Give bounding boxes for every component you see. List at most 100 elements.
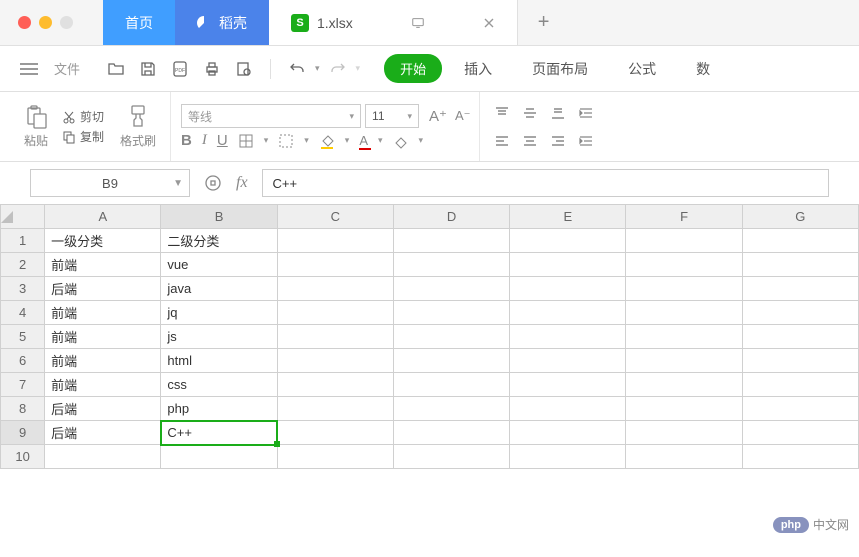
cell[interactable]: [393, 277, 509, 301]
border-button[interactable]: [238, 133, 254, 149]
tab-file[interactable]: S 1.xlsx: [269, 0, 518, 45]
cell[interactable]: [277, 421, 393, 445]
cell-style-button[interactable]: [278, 133, 294, 149]
cell[interactable]: [393, 349, 509, 373]
cell[interactable]: js: [161, 325, 277, 349]
paste-button[interactable]: 粘贴: [18, 104, 54, 149]
row-header[interactable]: 1: [1, 229, 45, 253]
cell[interactable]: [277, 277, 393, 301]
cell[interactable]: 后端: [45, 397, 161, 421]
grid[interactable]: A B C D E F G 1一级分类二级分类 2前端vue 3后端java 4…: [0, 204, 859, 469]
ribbon-tab-insert[interactable]: 插入: [446, 59, 510, 79]
align-middle-icon[interactable]: [518, 101, 542, 125]
cell[interactable]: 一级分类: [45, 229, 161, 253]
row-header[interactable]: 2: [1, 253, 45, 277]
cell[interactable]: 前端: [45, 349, 161, 373]
select-all-corner[interactable]: [1, 205, 45, 229]
ribbon-tab-data[interactable]: 数: [678, 59, 728, 79]
font-color-button[interactable]: A: [359, 133, 368, 148]
cell[interactable]: java: [161, 277, 277, 301]
cell[interactable]: [277, 301, 393, 325]
open-icon[interactable]: [105, 58, 127, 80]
cell[interactable]: 前端: [45, 301, 161, 325]
italic-button[interactable]: I: [202, 132, 207, 149]
formula-input[interactable]: C++: [262, 169, 829, 197]
row-header[interactable]: 3: [1, 277, 45, 301]
col-header-D[interactable]: D: [393, 205, 509, 229]
cell[interactable]: [626, 325, 742, 349]
cell[interactable]: [510, 301, 626, 325]
cut-button[interactable]: 剪切: [62, 108, 104, 125]
cell[interactable]: [742, 397, 858, 421]
redo-icon[interactable]: [327, 58, 349, 80]
hamburger-icon[interactable]: [20, 68, 38, 70]
fill-color-button[interactable]: [319, 133, 335, 149]
col-header-A[interactable]: A: [45, 205, 161, 229]
cell[interactable]: [626, 277, 742, 301]
cell[interactable]: [277, 229, 393, 253]
font-name-select[interactable]: 等线 ▾: [181, 104, 361, 128]
close-window-button[interactable]: [18, 16, 31, 29]
col-header-F[interactable]: F: [626, 205, 742, 229]
cell[interactable]: [742, 277, 858, 301]
ribbon-tab-layout[interactable]: 页面布局: [514, 59, 606, 79]
align-left-icon[interactable]: [490, 129, 514, 153]
cell[interactable]: [510, 373, 626, 397]
file-menu[interactable]: 文件: [54, 59, 80, 78]
cell[interactable]: [626, 397, 742, 421]
bold-button[interactable]: B: [181, 132, 192, 149]
cell[interactable]: [510, 397, 626, 421]
cell[interactable]: [742, 445, 858, 469]
cell[interactable]: [277, 445, 393, 469]
maximize-window-button[interactable]: [60, 16, 73, 29]
export-pdf-icon[interactable]: PDF: [169, 58, 191, 80]
row-header[interactable]: 10: [1, 445, 45, 469]
row-header[interactable]: 8: [1, 397, 45, 421]
col-header-B[interactable]: B: [161, 205, 277, 229]
print-preview-icon[interactable]: [233, 58, 255, 80]
cell[interactable]: [626, 253, 742, 277]
row-header[interactable]: 6: [1, 349, 45, 373]
row-header[interactable]: 5: [1, 325, 45, 349]
cell[interactable]: [742, 373, 858, 397]
cell[interactable]: vue: [161, 253, 277, 277]
name-box[interactable]: B9 ▼: [30, 169, 190, 197]
row-header[interactable]: 7: [1, 373, 45, 397]
print-icon[interactable]: [201, 58, 223, 80]
cell[interactable]: [277, 325, 393, 349]
row-header[interactable]: 4: [1, 301, 45, 325]
close-tab-icon[interactable]: [483, 17, 495, 29]
fx-icon[interactable]: fx: [236, 174, 248, 192]
increase-indent-icon[interactable]: [574, 129, 598, 153]
cell[interactable]: css: [161, 373, 277, 397]
align-center-icon[interactable]: [518, 129, 542, 153]
cell[interactable]: [45, 445, 161, 469]
cell-selected[interactable]: C++: [161, 421, 277, 445]
cell[interactable]: [393, 421, 509, 445]
save-icon[interactable]: [137, 58, 159, 80]
cell[interactable]: [626, 229, 742, 253]
undo-dropdown[interactable]: ▾: [315, 63, 320, 74]
cell[interactable]: [510, 325, 626, 349]
cell[interactable]: [742, 349, 858, 373]
cell[interactable]: [277, 397, 393, 421]
cell[interactable]: jq: [161, 301, 277, 325]
cell[interactable]: [393, 397, 509, 421]
cell[interactable]: [510, 421, 626, 445]
cell[interactable]: 后端: [45, 421, 161, 445]
cell[interactable]: 前端: [45, 325, 161, 349]
cell[interactable]: [626, 301, 742, 325]
decrease-indent-icon[interactable]: [574, 101, 598, 125]
cell[interactable]: [393, 229, 509, 253]
align-bottom-icon[interactable]: [546, 101, 570, 125]
col-header-C[interactable]: C: [277, 205, 393, 229]
cell[interactable]: [510, 277, 626, 301]
copy-button[interactable]: 复制: [62, 128, 104, 145]
ribbon-tab-start[interactable]: 开始: [384, 54, 442, 83]
underline-button[interactable]: U: [217, 132, 228, 149]
cell[interactable]: [510, 349, 626, 373]
screen-share-icon[interactable]: [411, 16, 425, 30]
undo-icon[interactable]: [286, 58, 308, 80]
cell[interactable]: [277, 253, 393, 277]
cell[interactable]: [742, 301, 858, 325]
